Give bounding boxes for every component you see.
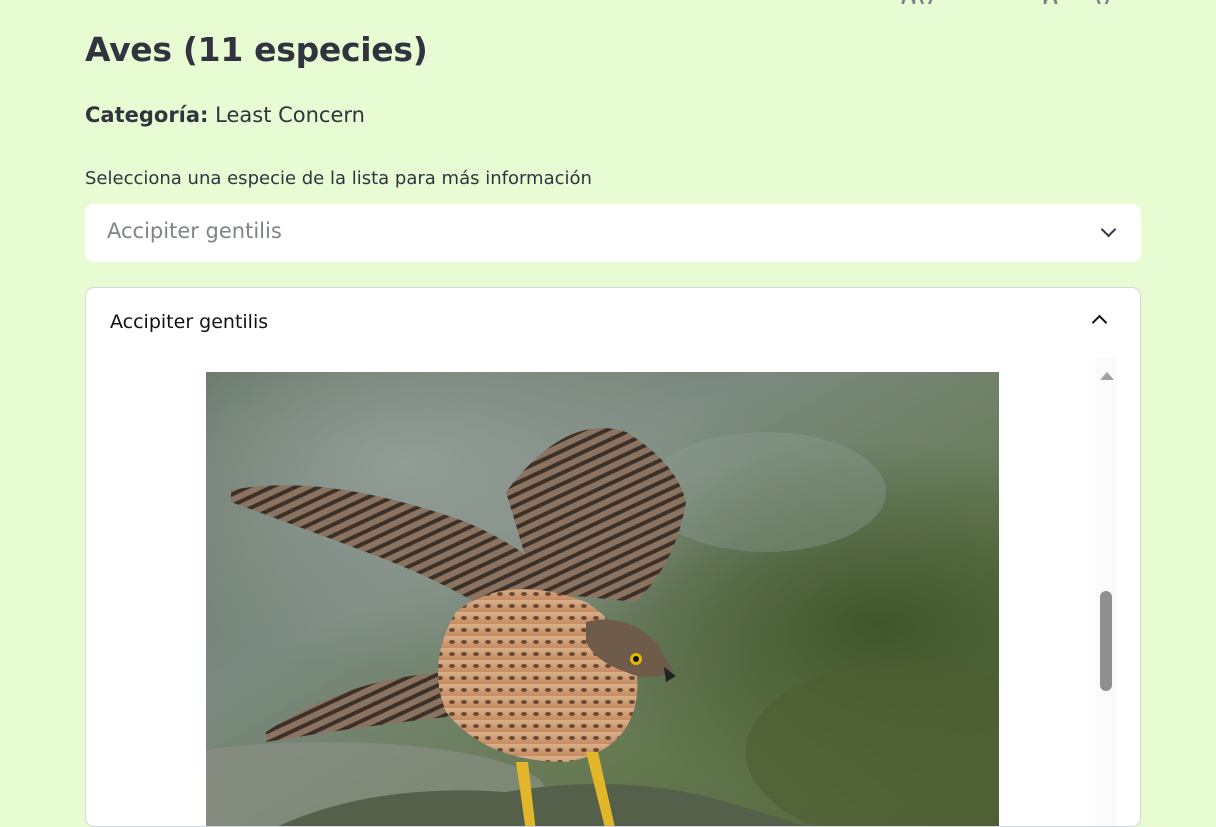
category-line: Categoría: Least Concern: [85, 103, 365, 127]
chevron-down-icon[interactable]: [1100, 221, 1117, 238]
species-select-label: Selecciona una especie de la lista para …: [85, 168, 592, 189]
expander-title: Accipiter gentilis: [110, 311, 269, 333]
cropped-header-text: gy p y: [900, 0, 1216, 4]
scroll-up-arrow-icon[interactable]: [1100, 372, 1114, 380]
species-photo: [206, 372, 999, 826]
species-select-value: Accipiter gentilis: [107, 219, 282, 243]
species-expander: Accipiter gentilis: [85, 287, 1141, 827]
photo-scrollbar[interactable]: [1095, 358, 1117, 826]
category-value: Least Concern: [215, 103, 365, 127]
species-select[interactable]: Accipiter gentilis: [85, 204, 1141, 262]
expander-header[interactable]: Accipiter gentilis: [86, 288, 1140, 358]
category-label: Categoría:: [85, 103, 209, 127]
scrollbar-thumb[interactable]: [1100, 591, 1112, 691]
hawk-photo-illustration: [206, 372, 999, 826]
chevron-up-icon[interactable]: [1091, 314, 1108, 331]
page-title: Aves (11 especies): [85, 30, 428, 69]
